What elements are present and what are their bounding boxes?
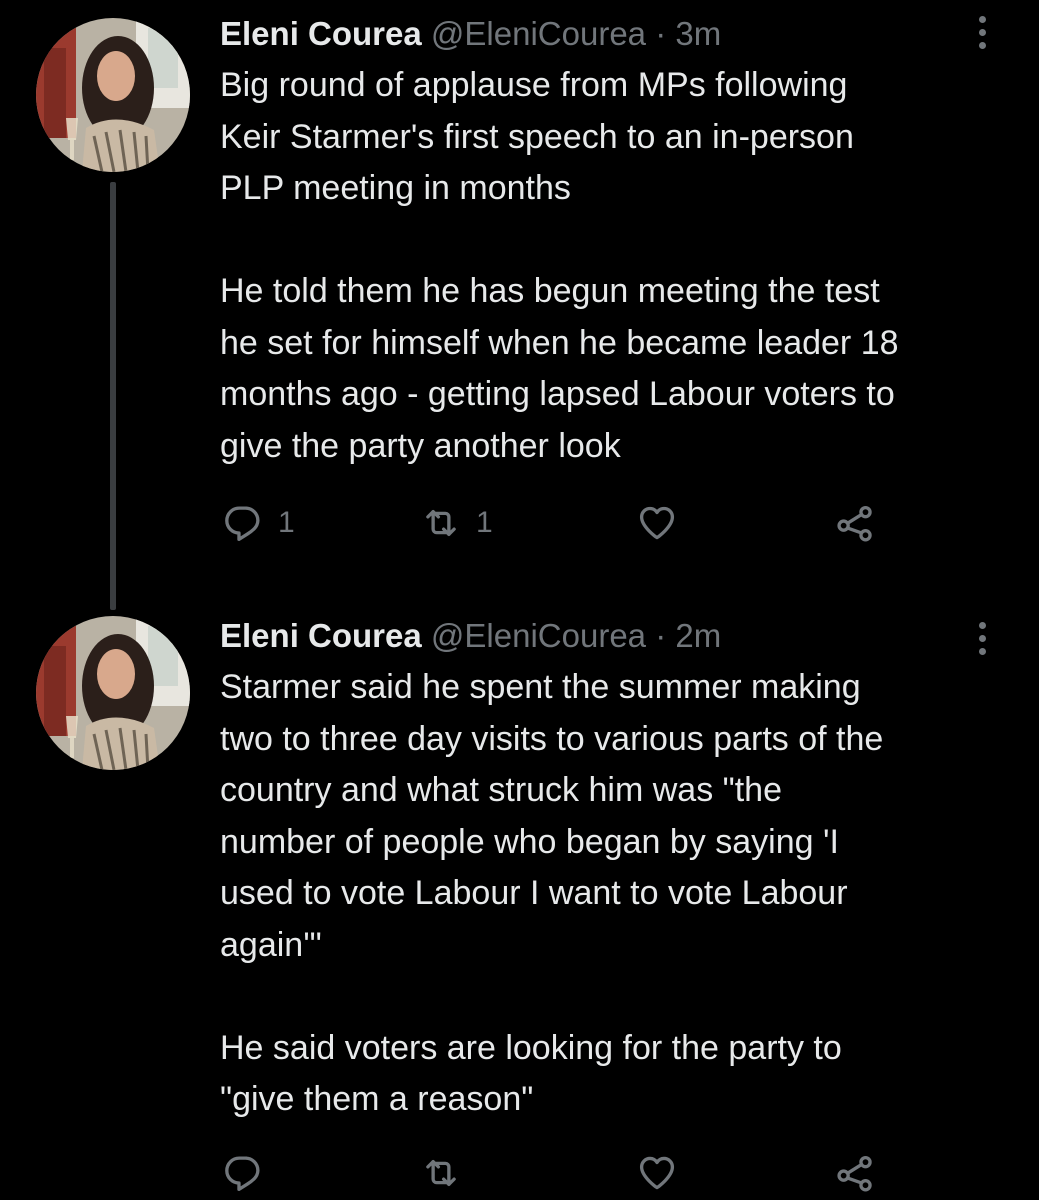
reply-button[interactable]: 1 [222,498,295,548]
display-name[interactable]: Eleni Courea [220,617,422,654]
tweet-paragraph: He told them he has begun meeting the te… [220,272,899,465]
avatar[interactable] [36,18,190,172]
more-options-button[interactable] [968,10,996,54]
reply-icon [225,506,260,542]
reply-button[interactable] [222,1148,278,1198]
tweet-header: Eleni Courea @EleniCourea · 3m [220,12,721,56]
retweet-icon [426,1159,456,1187]
retweet-button[interactable] [420,1148,476,1198]
share-icon [837,1155,872,1192]
tweet-text: Big round of applause from MPs following… [220,60,1020,472]
more-dot [978,28,986,36]
tweet-actions [222,1148,902,1198]
like-button[interactable] [636,1148,692,1198]
more-dot [978,41,986,49]
more-dot [978,15,986,23]
share-button[interactable] [834,1148,876,1198]
avatar-photo [36,616,190,770]
tweet[interactable]: Eleni Courea @EleniCourea · 2m Starmer s… [0,610,1039,1200]
thread-connector [110,182,116,610]
user-handle[interactable]: @EleniCourea [431,15,646,52]
retweet-count: 1 [476,506,493,539]
tweet-text: Starmer said he spent the summer making … [220,662,1020,1126]
timestamp[interactable]: 2m [675,617,721,654]
more-options-button[interactable] [968,616,996,660]
tweet-paragraph: He said voters are looking for the party… [220,1028,842,1119]
retweet-icon [426,509,456,537]
user-handle[interactable]: @EleniCourea [431,617,646,654]
more-dot [978,647,986,655]
tweet[interactable]: Eleni Courea @EleniCourea · 3m Big round… [0,0,1039,610]
like-button[interactable] [636,498,692,548]
reply-icon [225,1156,260,1192]
separator-dot: · [655,617,667,654]
tweet-paragraph: Big round of applause from MPs following… [220,66,854,207]
share-button[interactable] [834,498,876,548]
more-dot [978,621,986,629]
avatar[interactable] [36,616,190,770]
tweet-actions: 1 1 [222,498,902,548]
heart-icon [639,506,675,540]
more-dot [978,634,986,642]
share-icon [837,505,872,542]
display-name[interactable]: Eleni Courea [220,15,422,52]
timestamp[interactable]: 3m [675,15,721,52]
tweet-paragraph: Starmer said he spent the summer making … [220,668,884,964]
retweet-button[interactable]: 1 [420,498,493,548]
tweet-header: Eleni Courea @EleniCourea · 2m [220,614,721,658]
separator-dot: · [655,15,667,52]
reply-count: 1 [278,506,295,539]
heart-icon [639,1156,675,1190]
avatar-photo [36,18,190,172]
